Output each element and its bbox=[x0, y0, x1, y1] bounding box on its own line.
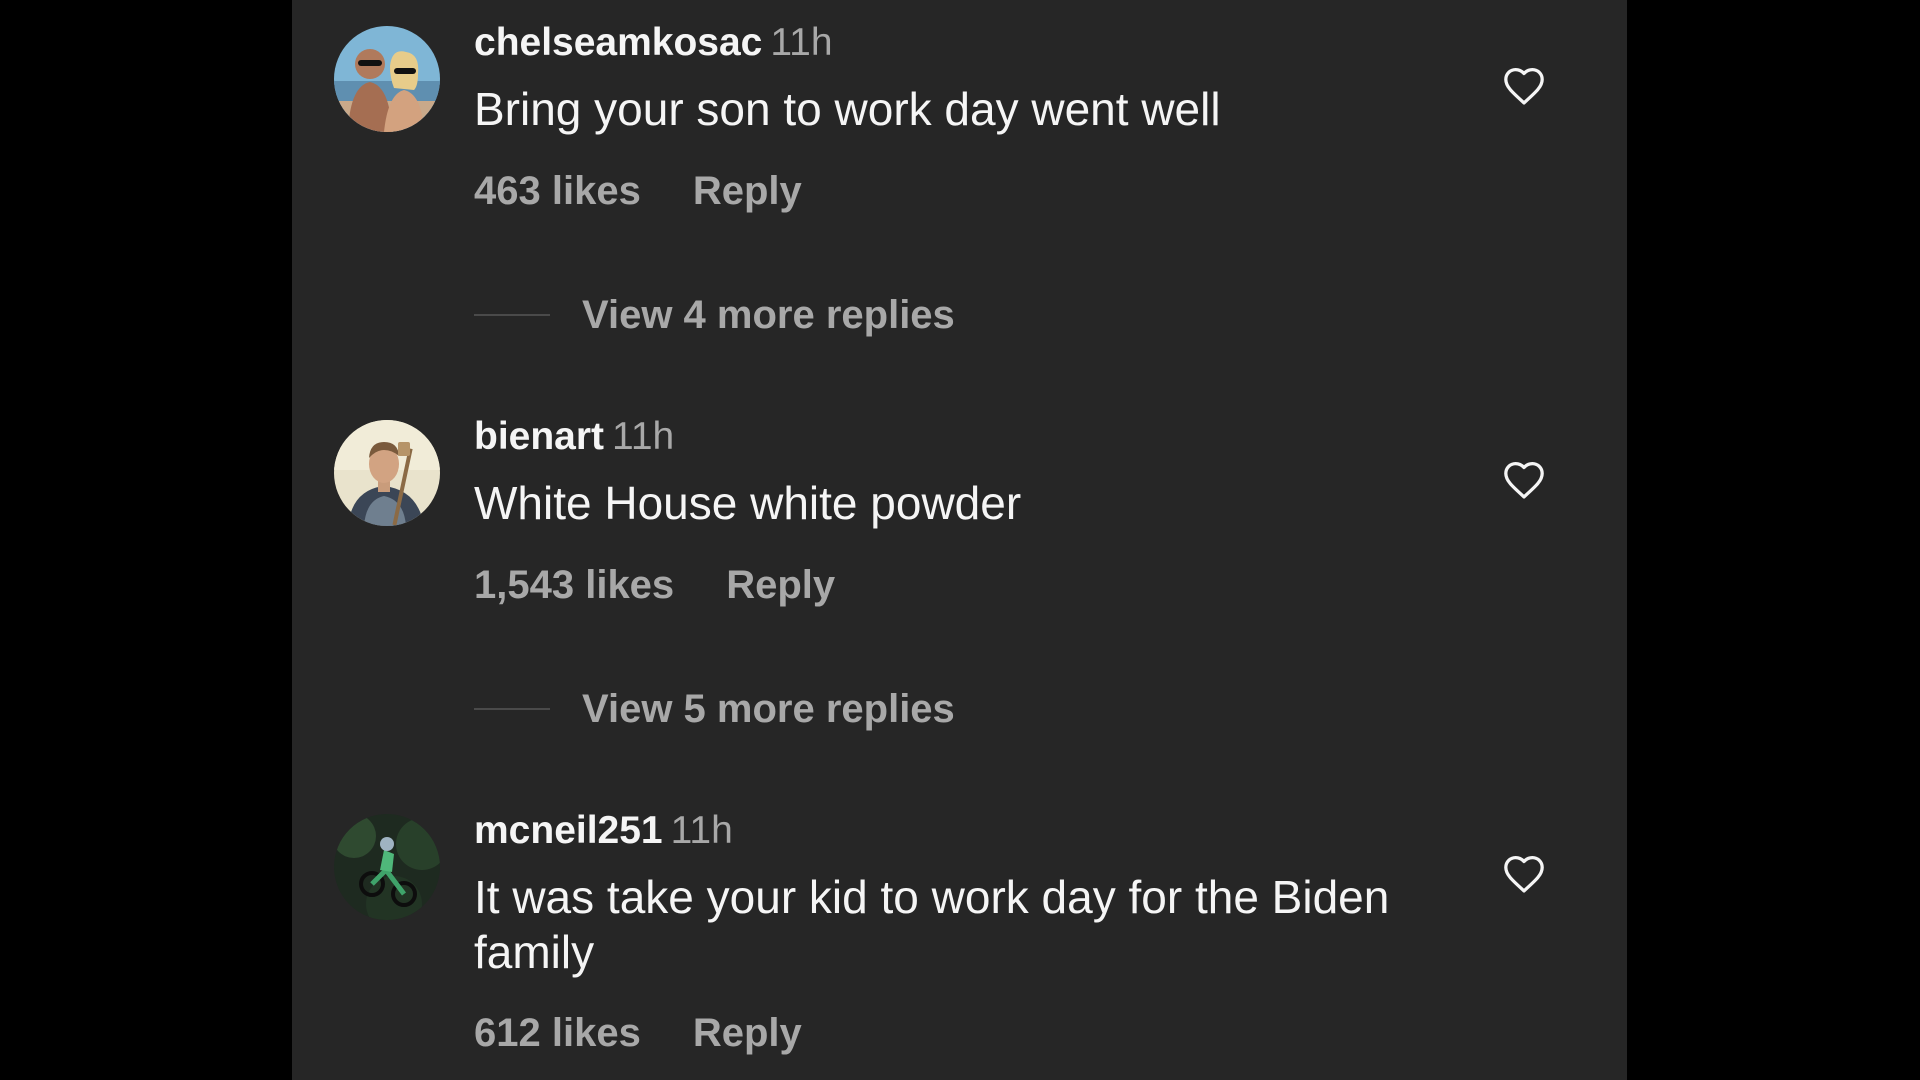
heart-outline-icon bbox=[1504, 68, 1544, 105]
comment-actions: 612 likes Reply bbox=[474, 1010, 802, 1056]
reply-button[interactable]: Reply bbox=[693, 1011, 802, 1055]
comment-actions: 1,543 likes Reply bbox=[474, 562, 835, 608]
comment-text: Bring your son to work day went well bbox=[474, 83, 1221, 135]
timestamp: 11h bbox=[670, 809, 733, 852]
comment-actions: 463 likes Reply bbox=[474, 168, 802, 214]
view-replies-label: View 5 more replies bbox=[582, 686, 955, 731]
avatar[interactable] bbox=[334, 26, 440, 132]
comment-item: mcneil251 11h It was take your kid to wor… bbox=[292, 788, 1627, 1080]
reply-button[interactable]: Reply bbox=[693, 169, 802, 213]
likes-count[interactable]: 463 likes bbox=[474, 169, 641, 213]
heart-outline-icon bbox=[1504, 462, 1544, 499]
likes-count[interactable]: 612 likes bbox=[474, 1011, 641, 1055]
username[interactable]: chelseamkosac bbox=[474, 21, 762, 64]
comments-panel: chelseamkosac 11h Bring your son to work … bbox=[292, 0, 1627, 1080]
likes-count[interactable]: 1,543 likes bbox=[474, 563, 674, 607]
timestamp: 11h bbox=[612, 415, 675, 458]
comment-item: bienart 11h White House white powder 1,54… bbox=[292, 394, 1627, 734]
view-more-replies-button[interactable]: View 5 more replies bbox=[474, 686, 955, 732]
replies-divider-line bbox=[474, 708, 550, 710]
replies-divider-line bbox=[474, 314, 550, 316]
avatar-photo bbox=[334, 26, 440, 132]
avatar-photo bbox=[334, 420, 440, 526]
heart-outline-icon bbox=[1504, 856, 1544, 893]
view-replies-label: View 4 more replies bbox=[582, 292, 955, 337]
comment-header: chelseamkosac 11h bbox=[474, 20, 833, 66]
avatar-photo bbox=[334, 814, 440, 920]
heart-icon[interactable] bbox=[1502, 854, 1546, 894]
comment-text: White House white powder bbox=[474, 477, 1022, 529]
comment-item: chelseamkosac 11h Bring your son to work … bbox=[292, 0, 1627, 340]
view-more-replies-button[interactable]: View 4 more replies bbox=[474, 292, 955, 338]
heart-icon[interactable] bbox=[1502, 460, 1546, 500]
heart-icon[interactable] bbox=[1502, 66, 1546, 106]
reply-button[interactable]: Reply bbox=[726, 563, 835, 607]
avatar[interactable] bbox=[334, 420, 440, 526]
comment-header: bienart 11h bbox=[474, 414, 674, 460]
username[interactable]: bienart bbox=[474, 415, 604, 458]
avatar[interactable] bbox=[334, 814, 440, 920]
comment-header: mcneil251 11h bbox=[474, 808, 733, 854]
username[interactable]: mcneil251 bbox=[474, 809, 663, 852]
timestamp: 11h bbox=[770, 21, 833, 64]
comment-text: It was take your kid to work day for the… bbox=[474, 871, 1390, 978]
